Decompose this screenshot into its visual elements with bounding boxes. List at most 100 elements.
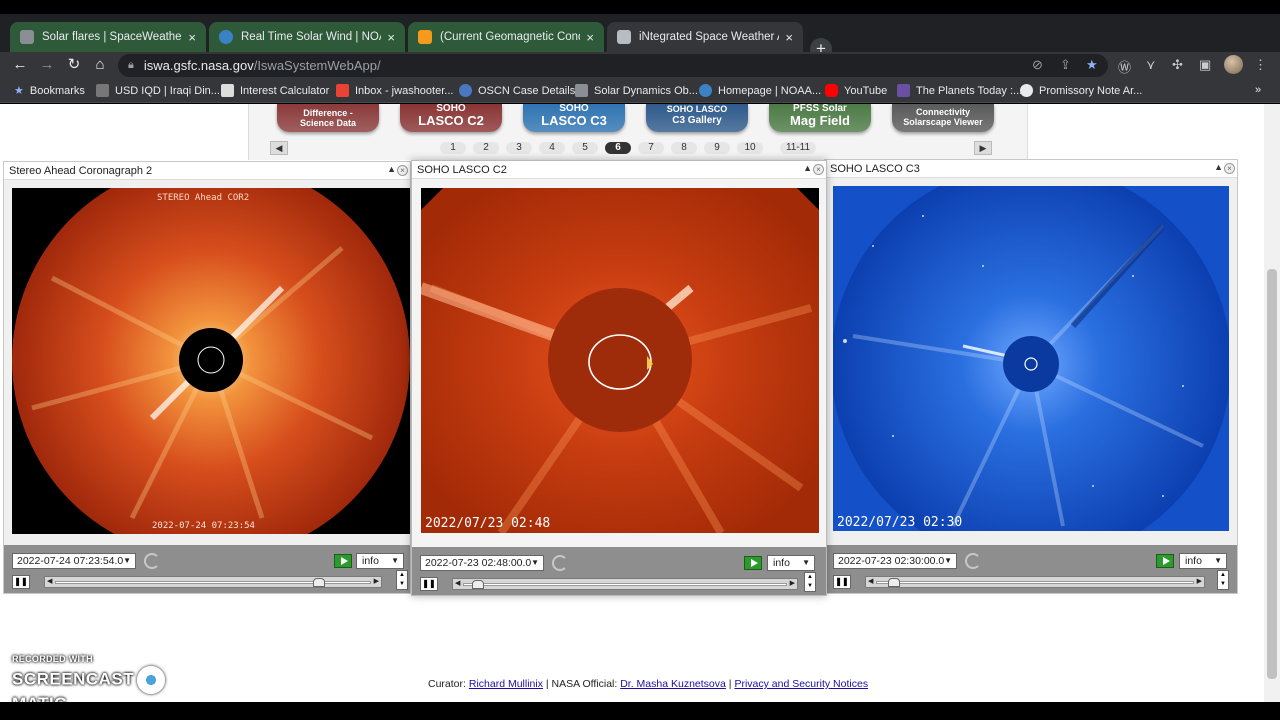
close-icon[interactable]: × bbox=[1224, 163, 1235, 174]
bookmark-planets-today[interactable]: The Planets Today :... bbox=[897, 84, 1022, 97]
play-movie-button[interactable] bbox=[744, 556, 762, 570]
nav-soho-lasco-c3-gallery[interactable]: SOHO LASCO C3 Gallery bbox=[646, 104, 748, 132]
widget-header[interactable]: SOHO LASCO C3 ▲ × bbox=[825, 160, 1237, 178]
minimize-icon[interactable]: ▲ bbox=[387, 164, 396, 174]
slider-left-arrow-icon[interactable]: ◀ bbox=[47, 577, 52, 587]
frame-spinner[interactable]: ▲ ▼ bbox=[1217, 570, 1229, 590]
info-select[interactable]: info ▼ bbox=[356, 553, 404, 569]
date-select[interactable]: 2022-07-23 02:30:00.0 ▼ bbox=[833, 553, 957, 569]
bookmark-noaa[interactable]: Homepage | NOAA... bbox=[699, 84, 821, 97]
slider-left-arrow-icon[interactable]: ◀ bbox=[455, 579, 460, 589]
page-10-button[interactable]: 10 bbox=[737, 142, 763, 154]
tab-iswa[interactable]: iNtegrated Space Weather Analy × bbox=[607, 22, 803, 52]
bookmarks-overflow-icon[interactable]: » bbox=[1255, 84, 1261, 96]
refresh-icon[interactable] bbox=[144, 553, 160, 569]
bookmark-usd-iqd[interactable]: USD IQD | Iraqi Din... bbox=[96, 84, 220, 97]
pause-button[interactable]: ❚❚ bbox=[833, 575, 851, 589]
privacy-link[interactable]: Privacy and Security Notices bbox=[734, 678, 868, 690]
next-page-button[interactable]: ▶ bbox=[974, 141, 992, 155]
address-bar[interactable]: 🔒︎ iswa.gsfc.nasa.gov/IswaSystemWebApp/ … bbox=[118, 54, 1108, 77]
close-icon[interactable]: × bbox=[813, 164, 824, 175]
bookmark-youtube[interactable]: YouTube bbox=[825, 84, 887, 97]
date-select[interactable]: 2022-07-23 02:48:00.0 ▼ bbox=[420, 555, 544, 571]
play-movie-button[interactable] bbox=[1156, 554, 1174, 568]
time-slider[interactable]: ◀ ▶ bbox=[44, 576, 382, 588]
info-select[interactable]: info ▼ bbox=[1179, 553, 1227, 569]
bookmark-solar-dynamics[interactable]: Solar Dynamics Ob... bbox=[575, 84, 698, 97]
play-movie-button[interactable] bbox=[334, 554, 352, 568]
nav-pfss-solar-mag-field[interactable]: PFSS Solar Mag Field bbox=[769, 104, 871, 132]
slider-right-arrow-icon[interactable]: ▶ bbox=[374, 577, 379, 587]
nav-soho-lasco-c2[interactable]: SOHO LASCO C2 bbox=[400, 104, 502, 132]
previous-page-button[interactable]: ◀ bbox=[270, 141, 288, 155]
frame-spinner[interactable]: ▲ ▼ bbox=[804, 572, 816, 592]
page-9-button[interactable]: 9 bbox=[704, 142, 730, 154]
pause-button[interactable]: ❚❚ bbox=[12, 575, 30, 589]
page-5-button[interactable]: 5 bbox=[572, 142, 598, 154]
refresh-icon[interactable] bbox=[965, 553, 981, 569]
bookmark-oscn[interactable]: OSCN Case Details bbox=[459, 84, 575, 97]
tab-solar-flares[interactable]: Solar flares | SpaceWeatherLive.c × bbox=[10, 22, 206, 52]
tracking-off-icon[interactable]: ⊘ bbox=[1032, 57, 1043, 73]
date-select[interactable]: 2022-07-24 07:23:54.0 ▼ bbox=[12, 553, 136, 569]
nasa-official-link[interactable]: Dr. Masha Kuznetsova bbox=[620, 678, 726, 690]
puzzle-icon[interactable]: ✣ bbox=[1172, 57, 1183, 73]
bookmark-bookmarks[interactable]: ★ Bookmarks bbox=[14, 84, 85, 98]
page-4-button[interactable]: 4 bbox=[539, 142, 565, 154]
page-7-button[interactable]: 7 bbox=[638, 142, 664, 154]
url-host: iswa.gsfc.nasa.gov bbox=[143, 58, 254, 73]
bookmark-inbox[interactable]: Inbox - jwashooter... bbox=[336, 84, 453, 97]
extension-w-icon[interactable]: Ⓦ bbox=[1118, 57, 1131, 76]
pause-button[interactable]: ❚❚ bbox=[420, 577, 438, 591]
info-select[interactable]: info ▼ bbox=[767, 555, 815, 571]
share-icon[interactable]: ⇪ bbox=[1060, 57, 1071, 73]
minimize-icon[interactable]: ▲ bbox=[803, 163, 812, 173]
page-2-button[interactable]: 2 bbox=[473, 142, 499, 154]
time-slider[interactable]: ◀ ▶ bbox=[865, 576, 1205, 588]
menu-icon[interactable]: ⋮ bbox=[1254, 57, 1267, 73]
page-scrollbar[interactable] bbox=[1264, 104, 1280, 702]
close-tab-icon[interactable]: × bbox=[785, 30, 793, 45]
tab-real-time-solar-wind[interactable]: Real Time Solar Wind | NOAA / N × bbox=[209, 22, 405, 52]
extension-bird-icon[interactable]: ⋎ bbox=[1146, 57, 1156, 73]
widget-header[interactable]: Stereo Ahead Coronagraph 2 ▲ × bbox=[4, 162, 410, 180]
minimize-icon[interactable]: ▲ bbox=[1214, 162, 1223, 172]
url-path: /IswaSystemWebApp/ bbox=[253, 58, 381, 73]
page-3-button[interactable]: 3 bbox=[506, 142, 532, 154]
close-tab-icon[interactable]: × bbox=[387, 30, 395, 45]
slider-right-arrow-icon[interactable]: ▶ bbox=[790, 579, 795, 589]
back-arrow-icon[interactable]: ← bbox=[10, 55, 30, 75]
page-8-button[interactable]: 8 bbox=[671, 142, 697, 154]
page-11-button[interactable]: 11-11 bbox=[780, 142, 816, 154]
time-slider[interactable]: ◀ ▶ bbox=[452, 578, 798, 590]
refresh-icon[interactable] bbox=[552, 555, 568, 571]
slider-right-arrow-icon[interactable]: ▶ bbox=[1197, 577, 1202, 587]
star-icon: ★ bbox=[14, 85, 24, 97]
nav-connectivity-solarscape[interactable]: Connectivity Solarscape Viewer bbox=[892, 104, 994, 132]
page-6-button[interactable]: 6 bbox=[605, 142, 631, 154]
curator-link[interactable]: Richard Mullinix bbox=[469, 678, 543, 690]
bookmark-promissory-note[interactable]: Promissory Note Ar... bbox=[1020, 84, 1142, 97]
tab-geomagnetic-conditions[interactable]: (Current Geomagnetic Condition × bbox=[408, 22, 604, 52]
slider-left-arrow-icon[interactable]: ◀ bbox=[868, 577, 873, 587]
slider-knob[interactable] bbox=[472, 580, 485, 589]
nav-difference-science-data[interactable]: Difference - Science Data bbox=[277, 104, 379, 132]
close-tab-icon[interactable]: × bbox=[586, 30, 594, 45]
home-icon[interactable]: ⌂ bbox=[90, 55, 110, 75]
star-icon[interactable]: ★ bbox=[1086, 57, 1098, 73]
slider-knob[interactable] bbox=[888, 578, 901, 587]
close-icon[interactable]: × bbox=[397, 165, 408, 176]
page-1-button[interactable]: 1 bbox=[440, 142, 466, 154]
side-panel-icon[interactable]: ▣ bbox=[1199, 57, 1211, 73]
reload-icon[interactable]: ↻ bbox=[64, 55, 84, 75]
bookmark-interest-calculator[interactable]: Interest Calculator bbox=[221, 84, 329, 97]
close-tab-icon[interactable]: × bbox=[188, 30, 196, 45]
nav-soho-lasco-c3[interactable]: SOHO LASCO C3 bbox=[523, 104, 625, 132]
widget-header[interactable]: SOHO LASCO C2 ▲ × bbox=[412, 161, 826, 179]
frame-spinner[interactable]: ▲ ▼ bbox=[396, 570, 408, 590]
spaceweather-favicon-icon bbox=[20, 30, 34, 44]
forward-arrow-icon[interactable]: → bbox=[37, 55, 57, 75]
slider-knob[interactable] bbox=[313, 578, 326, 587]
avatar[interactable] bbox=[1224, 55, 1243, 74]
scrollbar-thumb[interactable] bbox=[1267, 269, 1277, 679]
